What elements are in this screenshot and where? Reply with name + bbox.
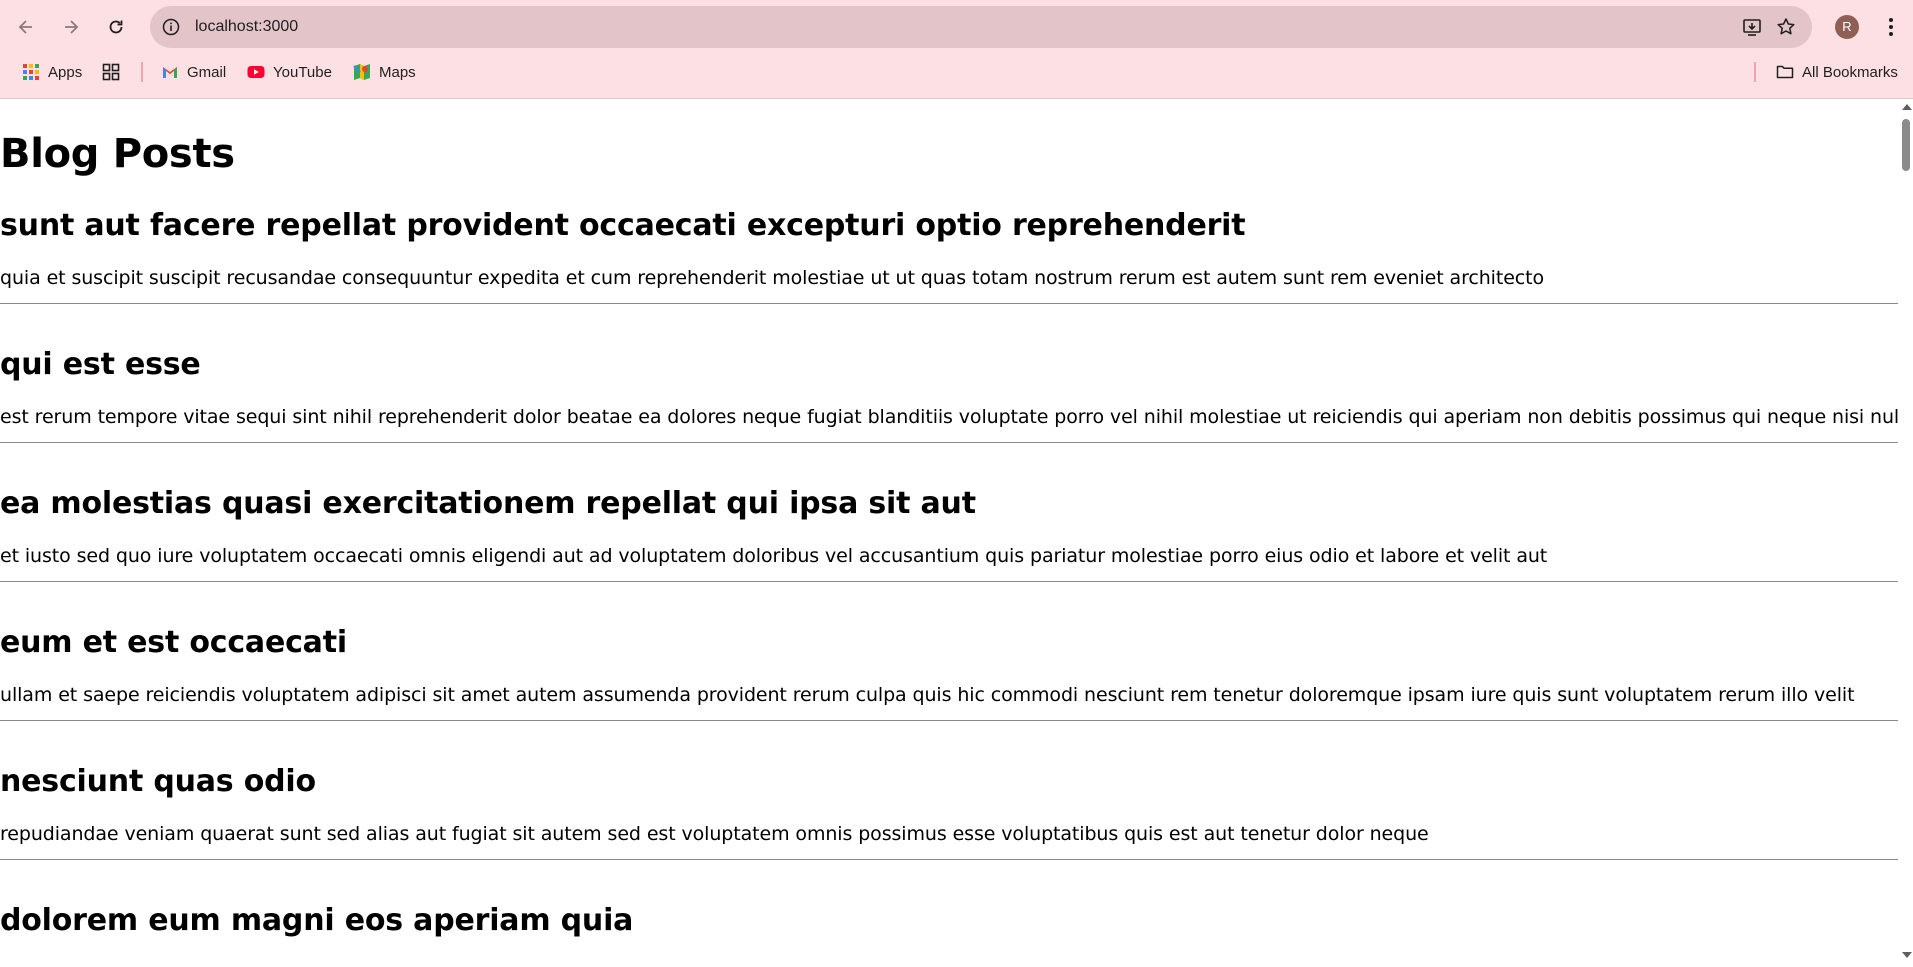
tab-groups-button[interactable] [102, 58, 120, 86]
page-content: Blog Posts sunt aut facere repellat prov… [0, 99, 1898, 967]
page-title: Blog Posts [0, 131, 235, 177]
all-bookmarks-button[interactable]: All Bookmarks [1776, 58, 1898, 86]
more-icon[interactable] [1880, 13, 1902, 41]
back-icon [18, 20, 32, 34]
reload-icon [109, 20, 123, 34]
post-body: est rerum tempore vitae sequi sint nihil… [0, 406, 1898, 428]
post-divider [0, 303, 1898, 304]
post-title: eum et est occaecati [0, 625, 347, 660]
bookmarks-bar: Apps Gmail YouTube Maps All Bookmarks [0, 58, 1913, 86]
browser-chrome: localhost:3000 R Apps Gmail YouTube Maps… [0, 0, 1913, 98]
scroll-up-arrow[interactable] [1902, 104, 1912, 110]
star-icon[interactable] [1775, 16, 1797, 38]
bookmarks-divider-right [1754, 62, 1756, 82]
gmail-icon [163, 67, 177, 78]
post-body: et iusto sed quo iure voluptatem occaeca… [0, 545, 1548, 567]
post-divider [0, 581, 1898, 582]
bookmarks-divider [141, 62, 143, 82]
install-icon[interactable] [1741, 16, 1763, 38]
bookmark-youtube[interactable]: YouTube [247, 58, 332, 86]
bookmark-gmail[interactable]: Gmail [161, 58, 226, 86]
scroll-thumb[interactable] [1902, 119, 1910, 171]
bookmark-apps-label: Apps [48, 63, 83, 81]
bookmark-gmail-label: Gmail [187, 63, 227, 81]
browser-toolbar: localhost:3000 R [0, 0, 1913, 54]
post-divider [0, 720, 1898, 721]
bookmark-maps[interactable]: Maps [353, 58, 416, 86]
vertical-scrollbar[interactable] [1899, 99, 1913, 967]
back-button[interactable] [10, 11, 42, 43]
maps-icon [353, 64, 370, 80]
address-bar[interactable]: localhost:3000 [150, 6, 1812, 48]
site-info-icon[interactable] [161, 17, 181, 37]
post-body: ullam et saepe reiciendis voluptatem adi… [0, 684, 1855, 706]
bookmark-maps-label: Maps [379, 63, 416, 81]
forward-icon [65, 20, 79, 34]
scroll-down-arrow[interactable] [1902, 952, 1912, 958]
post-body: repudiandae veniam quaerat sunt sed alia… [0, 823, 1429, 845]
post-title: dolorem eum magni eos aperiam quia [0, 903, 634, 938]
reload-button[interactable] [100, 11, 132, 43]
folder-icon [1776, 65, 1794, 79]
post-title: qui est esse [0, 347, 201, 382]
bookmark-youtube-label: YouTube [273, 63, 332, 81]
post-body: quia et suscipit suscipit recusandae con… [0, 267, 1545, 289]
all-bookmarks-label: All Bookmarks [1802, 63, 1898, 81]
post-divider [0, 859, 1898, 860]
post-title: sunt aut facere repellat provident occae… [0, 208, 1246, 243]
bookmark-apps[interactable]: Apps [22, 58, 82, 86]
url-text[interactable]: localhost:3000 [195, 17, 298, 37]
forward-button[interactable] [55, 11, 87, 43]
post-divider [0, 442, 1898, 443]
post-title: ea molestias quasi exercitationem repell… [0, 486, 976, 521]
youtube-icon [247, 66, 265, 78]
tab-groups-icon [102, 63, 120, 81]
post-title: nesciunt quas odio [0, 764, 316, 799]
profile-avatar[interactable]: R [1835, 15, 1859, 39]
apps-grid-icon [23, 64, 39, 80]
